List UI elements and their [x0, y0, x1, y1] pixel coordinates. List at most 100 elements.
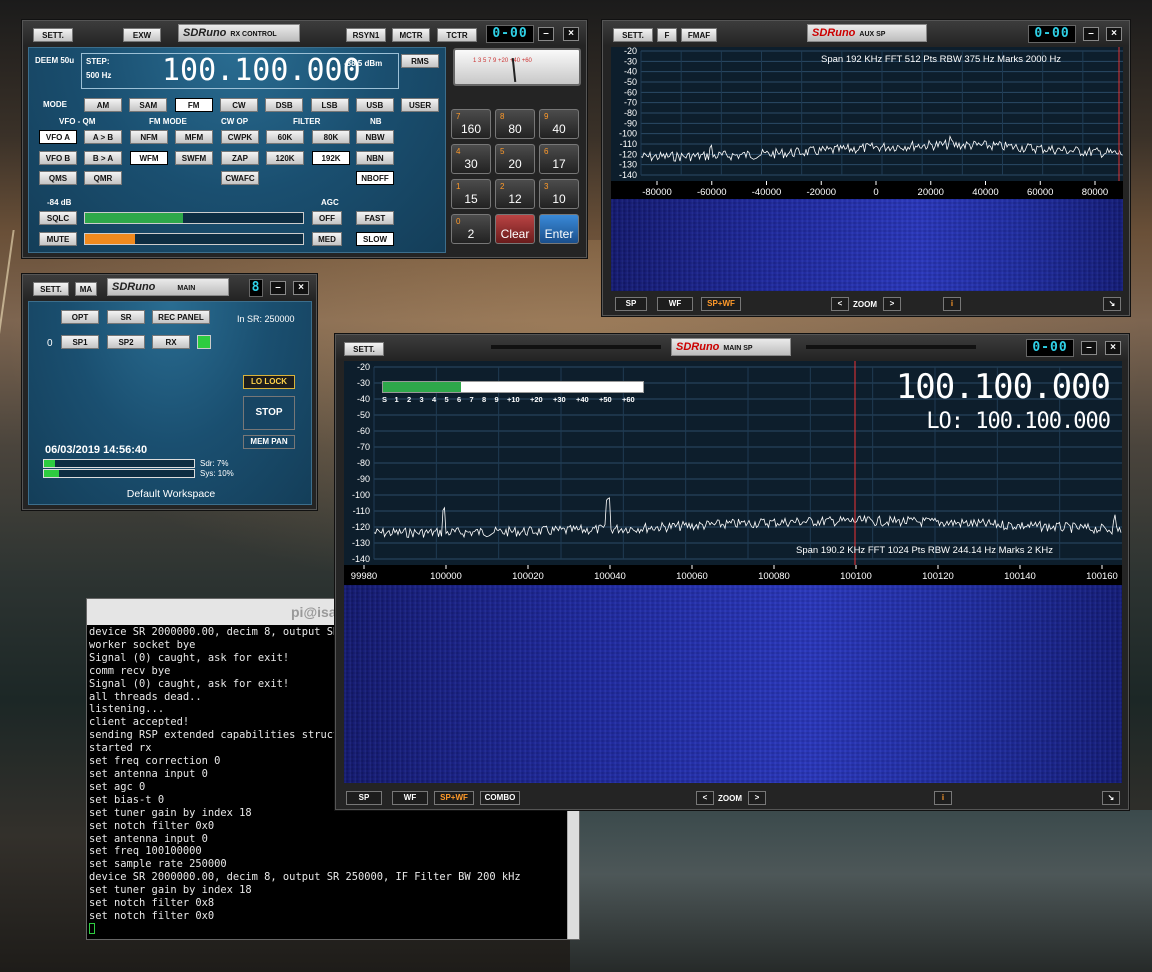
stop-button[interactable]: STOP: [243, 396, 295, 430]
mainsp-zoom-out-button[interactable]: <: [696, 791, 714, 805]
fmaf-button[interactable]: FMAF: [681, 28, 717, 42]
mainsp-spwf-button[interactable]: SP+WF: [434, 791, 474, 805]
rx-minimize-button[interactable]: –: [538, 27, 554, 41]
mode-user-button[interactable]: USER: [401, 98, 440, 112]
keypad-2-button[interactable]: 2 12: [495, 179, 535, 209]
mainsp-minimize-button[interactable]: –: [1081, 341, 1097, 355]
aux-f-button[interactable]: F: [657, 28, 677, 42]
sp1-button[interactable]: SP1: [61, 335, 99, 349]
aux-resize-icon[interactable]: ↘: [1103, 297, 1121, 311]
keypad-0-button[interactable]: 02: [451, 214, 491, 244]
wfm-button[interactable]: WFM: [130, 151, 168, 165]
tuned-frequency[interactable]: 100.100.000: [896, 367, 1111, 407]
mode-am-button[interactable]: AM: [84, 98, 122, 112]
aux-wf-button[interactable]: WF: [657, 297, 693, 311]
agc-off-button[interactable]: OFF: [312, 211, 342, 225]
agc-fast-button[interactable]: FAST: [356, 211, 394, 225]
rx-button[interactable]: RX: [152, 335, 190, 349]
mctr-button[interactable]: MCTR: [392, 28, 430, 42]
filter-192k-button[interactable]: 192K: [312, 151, 350, 165]
aux-sett-button[interactable]: SETT.: [613, 28, 653, 42]
main-sett-button[interactable]: SETT.: [33, 282, 69, 296]
qmr-button[interactable]: QMR: [84, 171, 122, 185]
mode-dsb-button[interactable]: DSB: [265, 98, 304, 112]
filter-60k-button[interactable]: 60K: [266, 130, 304, 144]
zap-button[interactable]: ZAP: [221, 151, 259, 165]
mfm-button[interactable]: MFM: [175, 130, 213, 144]
aux-spwf-button[interactable]: SP+WF: [701, 297, 741, 311]
nboff-button[interactable]: NBOFF: [356, 171, 394, 185]
vfo-frequency[interactable]: 100.100.000: [162, 54, 361, 88]
vfo-b-button[interactable]: VFO B: [39, 151, 77, 165]
mode-usb-button[interactable]: USB: [355, 98, 394, 112]
aux-minimize-button[interactable]: –: [1083, 27, 1099, 41]
mainsp-wf-button[interactable]: WF: [392, 791, 428, 805]
cwpk-button[interactable]: CWPK: [221, 130, 259, 144]
rms-button[interactable]: RMS: [401, 54, 439, 68]
sp2-button[interactable]: SP2: [107, 335, 145, 349]
main-close-button[interactable]: ×: [293, 281, 309, 295]
keypad-label: Enter: [544, 227, 574, 241]
aux-info-button[interactable]: i: [943, 297, 961, 311]
nfm-button[interactable]: NFM: [130, 130, 168, 144]
aux-spectrum[interactable]: -20 -30 -40 -50 -60 -70 -80 -90 -100 -110 -120 -130…: [611, 47, 1123, 181]
rsyn1-button[interactable]: RSYN1: [346, 28, 386, 42]
volume-slider[interactable]: [84, 233, 304, 245]
keypad-8-button[interactable]: 8 80: [495, 109, 535, 139]
keypad-3-button[interactable]: 3 10: [539, 179, 579, 209]
mainsp-zoom-in-button[interactable]: >: [748, 791, 766, 805]
mute-button[interactable]: MUTE: [39, 232, 77, 246]
agc-slow-button[interactable]: SLOW: [356, 232, 394, 246]
keypad-enter-button[interactable]: Enter: [539, 214, 579, 244]
main-waterfall[interactable]: [344, 585, 1122, 783]
main-minimize-button[interactable]: –: [270, 281, 286, 295]
main-ma-button[interactable]: MA: [75, 282, 97, 296]
keypad-6-button[interactable]: 6 17: [539, 144, 579, 174]
tctr-button[interactable]: TCTR: [437, 28, 477, 42]
aux-sp-button[interactable]: SP: [615, 297, 647, 311]
mode-fm-button[interactable]: FM: [174, 98, 213, 112]
nbw-button[interactable]: NBW: [356, 130, 394, 144]
mode-cw-button[interactable]: CW: [219, 98, 258, 112]
cwafc-button[interactable]: CWAFC: [221, 171, 259, 185]
main-spectrum[interactable]: -20 -30 -40 -50 -60 -70 -80 -90 -100 -110 -120 -130…: [344, 361, 1122, 565]
keypad-4-button[interactable]: 4 30: [451, 144, 491, 174]
a-to-b-button[interactable]: A > B: [84, 130, 122, 144]
qms-button[interactable]: QMS: [39, 171, 77, 185]
mainsp-resize-icon[interactable]: ↘: [1102, 791, 1120, 805]
mode-lsb-button[interactable]: LSB: [310, 98, 349, 112]
swfm-button[interactable]: SWFM: [175, 151, 213, 165]
aux-zoom-out-button[interactable]: <: [831, 297, 849, 311]
filter-120k-button[interactable]: 120K: [266, 151, 304, 165]
mainsp-info-button[interactable]: i: [934, 791, 952, 805]
opt-button[interactable]: OPT: [61, 310, 99, 324]
mem-pan-button[interactable]: MEM PAN: [243, 435, 295, 449]
filter-80k-button[interactable]: 80K: [312, 130, 350, 144]
agc-med-button[interactable]: MED: [312, 232, 342, 246]
mainsp-sp-button[interactable]: SP: [346, 791, 382, 805]
mainsp-close-button[interactable]: ×: [1105, 341, 1121, 355]
lo-lock-button[interactable]: LO LOCK: [243, 375, 295, 389]
keypad-9-button[interactable]: 9 40: [539, 109, 579, 139]
mainsp-sett-button[interactable]: SETT.: [344, 342, 384, 356]
rx-exw-button[interactable]: EXW: [123, 28, 161, 42]
keypad-clear-button[interactable]: Clear: [495, 214, 535, 244]
keypad-5-button[interactable]: 5 20: [495, 144, 535, 174]
aux-waterfall[interactable]: [611, 199, 1123, 291]
sr-button[interactable]: SR: [107, 310, 145, 324]
lo-frequency[interactable]: LO: 100.100.000: [926, 409, 1111, 435]
squelch-slider[interactable]: [84, 212, 304, 224]
rx-close-button[interactable]: ×: [563, 27, 579, 41]
vfo-a-button[interactable]: VFO A: [39, 130, 77, 144]
rec-panel-button[interactable]: REC PANEL: [152, 310, 210, 324]
rx-sett-button[interactable]: SETT.: [33, 28, 73, 42]
keypad-1-button[interactable]: 1 15: [451, 179, 491, 209]
aux-zoom-in-button[interactable]: >: [883, 297, 901, 311]
nbn-button[interactable]: NBN: [356, 151, 394, 165]
b-to-a-button[interactable]: B > A: [84, 151, 122, 165]
keypad-7-button[interactable]: 7 160: [451, 109, 491, 139]
combo-button[interactable]: COMBO: [480, 791, 520, 805]
sqlc-button[interactable]: SQLC: [39, 211, 77, 225]
aux-close-button[interactable]: ×: [1106, 27, 1122, 41]
mode-sam-button[interactable]: SAM: [129, 98, 168, 112]
